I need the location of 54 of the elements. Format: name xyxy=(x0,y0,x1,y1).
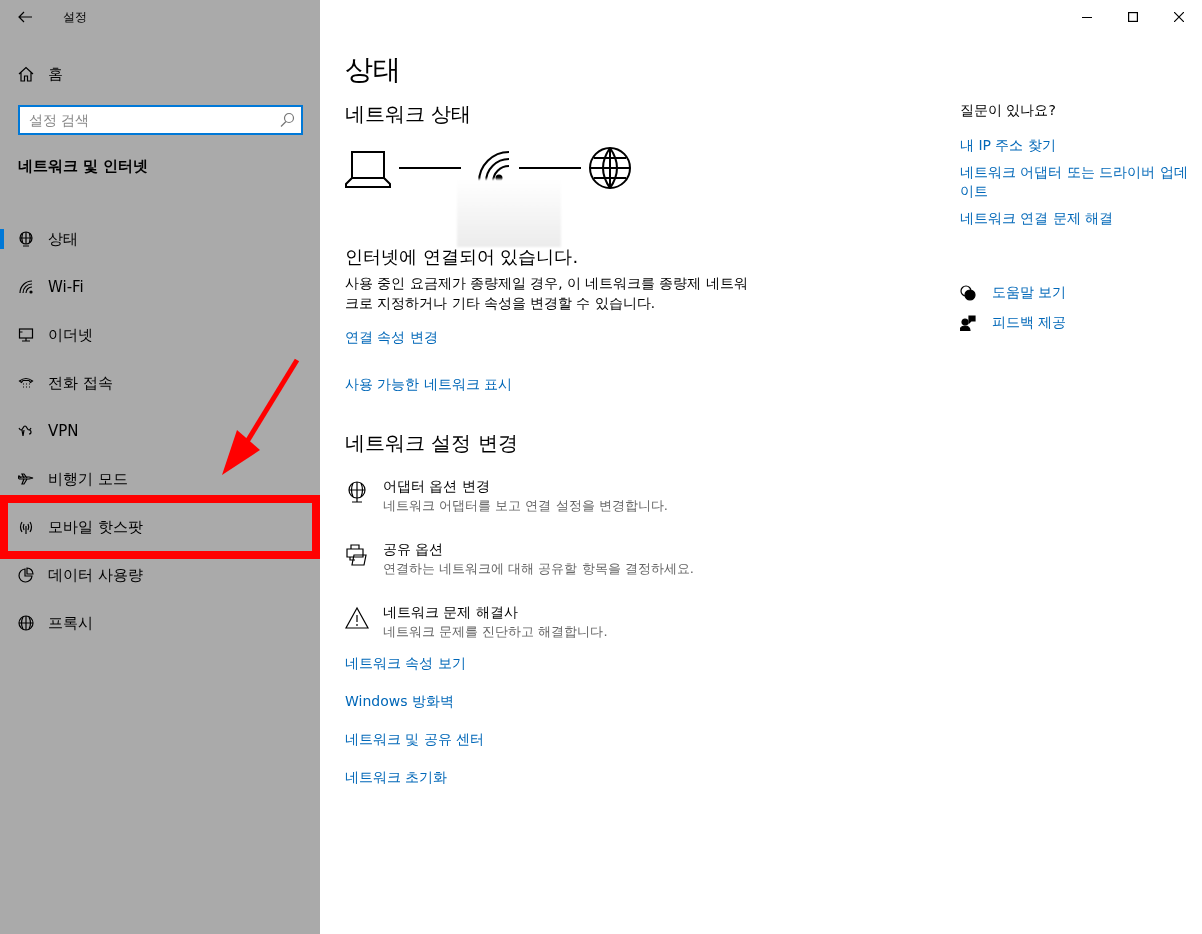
link[interactable]: 피드백 제공 xyxy=(992,314,1067,332)
sidebar-item[interactable]: 비행기 모드 xyxy=(0,463,320,495)
settings-option[interactable]: 어댑터 옵션 변경 네트워크 어댑터를 보고 연결 설정을 변경합니다. xyxy=(345,478,905,515)
sidebar-item[interactable]: 이더넷 xyxy=(0,319,320,351)
back-arrow-icon xyxy=(17,9,33,25)
connection-line xyxy=(519,167,581,169)
sidebar-item[interactable]: VPN xyxy=(0,415,320,447)
section-heading: 네트워크 및 인터넷 xyxy=(18,157,150,177)
sidebar-item[interactable]: 전화 접속 xyxy=(0,367,320,399)
globe-monitor-icon xyxy=(345,480,369,504)
close-icon xyxy=(1174,12,1184,22)
printer-folder-icon xyxy=(345,543,369,567)
section-heading: 네트워크 설정 변경 xyxy=(345,430,519,457)
page-title: 상태 xyxy=(345,52,402,88)
sidebar-item[interactable]: 상태 xyxy=(0,223,320,255)
settings-option[interactable]: 네트워크 문제 해결사 네트워크 문제를 진단하고 해결합니다. xyxy=(345,604,905,641)
link[interactable]: 내 IP 주소 찾기 xyxy=(960,136,1056,155)
home-icon xyxy=(18,66,34,82)
link[interactable]: 사용 가능한 네트워크 표시 xyxy=(345,376,513,394)
sidebar-item[interactable]: 데이터 사용량 xyxy=(0,559,320,591)
connection-line xyxy=(399,167,461,169)
sidebar-item[interactable]: Wi-Fi xyxy=(0,271,320,303)
pie-chart-icon xyxy=(18,567,34,583)
connection-status: 인터넷에 연결되어 있습니다. xyxy=(345,245,580,269)
search-icon xyxy=(279,112,295,128)
back-button[interactable] xyxy=(17,9,33,25)
link[interactable]: 네트워크 초기화 xyxy=(345,769,448,787)
sidebar-item[interactable]: 모바일 핫스팟 xyxy=(8,511,312,543)
link[interactable]: Windows 방화벽 xyxy=(345,693,454,711)
wifi-icon xyxy=(18,279,34,295)
globe-icon xyxy=(18,615,34,631)
link[interactable]: 네트워크 연결 문제 해결 xyxy=(960,209,1114,228)
warning-icon xyxy=(345,606,369,630)
globe-monitor-icon xyxy=(18,231,34,247)
monitor-icon xyxy=(18,327,34,343)
link[interactable]: 연결 속성 변경 xyxy=(345,329,438,347)
link[interactable]: 네트워크 속성 보기 xyxy=(345,655,466,673)
window-title: 설정 xyxy=(63,8,87,26)
link[interactable]: 네트워크 어댑터 또는 드라이버 업데이트 xyxy=(960,163,1196,201)
search-field[interactable]: 설정 검색 xyxy=(18,105,303,135)
phone-icon xyxy=(18,375,34,391)
sidebar-item[interactable]: 프록시 xyxy=(0,607,320,639)
person-chat-icon xyxy=(960,315,976,331)
link[interactable]: 네트워크 및 공유 센터 xyxy=(345,731,485,749)
help-heading: 질문이 있나요? xyxy=(960,102,1057,120)
settings-option[interactable]: 공유 옵션 연결하는 네트워크에 대해 공유할 항목을 결정하세요. xyxy=(345,541,905,578)
section-heading: 네트워크 상태 xyxy=(345,101,473,128)
description-text: 사용 중인 요금제가 종량제일 경우, 이 네트워크를 종량제 네트워크로 지정하거나 기타 속성을 변경할 수 있습니다. xyxy=(345,274,749,313)
minimize-icon xyxy=(1082,16,1092,18)
link[interactable]: 도움말 보기 xyxy=(992,284,1067,302)
home-nav-item[interactable]: 홈 xyxy=(0,56,320,92)
maximize-icon xyxy=(1128,12,1138,22)
broadcast-icon xyxy=(18,519,34,535)
airplane-icon xyxy=(18,471,34,487)
